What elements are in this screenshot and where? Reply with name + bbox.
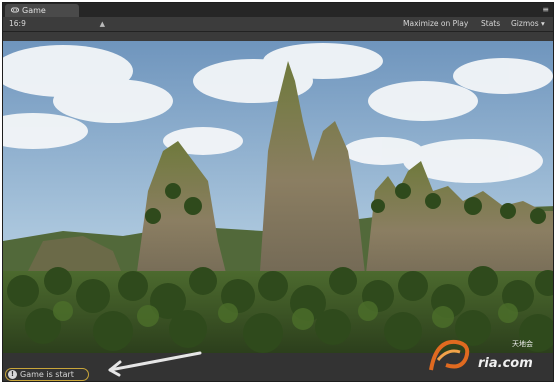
watermark-chinese: 天地会	[512, 340, 533, 348]
maximize-on-play-button[interactable]: Maximize on Play	[403, 17, 468, 31]
aspect-ratio-value: 16:9	[9, 19, 26, 28]
stats-button[interactable]: Stats	[481, 17, 500, 31]
menu-icon[interactable]: ≡	[542, 5, 549, 14]
tab-game-label: Game	[22, 6, 46, 15]
tab-bar: Game ≡	[3, 3, 553, 17]
status-message: ! Game is start	[5, 368, 89, 381]
chevron-down-icon: ▾	[541, 19, 545, 28]
chevron-icon: ▲	[99, 20, 105, 28]
info-icon: !	[8, 370, 17, 379]
status-message-text: Game is start	[20, 370, 74, 379]
game-controller-icon	[11, 5, 19, 13]
gizmos-label: Gizmos	[511, 19, 539, 28]
tab-game[interactable]: Game	[5, 4, 79, 17]
aspect-ratio-dropdown[interactable]: 16:9 ▲	[9, 17, 105, 31]
game-toolbar: 16:9 ▲ Maximize on Play Stats Gizmos ▾	[3, 17, 553, 32]
game-viewport[interactable]	[3, 41, 553, 353]
gizmos-dropdown[interactable]: Gizmos ▾	[511, 17, 545, 31]
game-window: Game ≡ 16:9 ▲ Maximize on Play Stats Giz…	[2, 2, 554, 382]
watermark-text: ria.com	[478, 356, 533, 371]
annotation-arrow	[108, 351, 202, 377]
scene-render	[3, 41, 553, 353]
